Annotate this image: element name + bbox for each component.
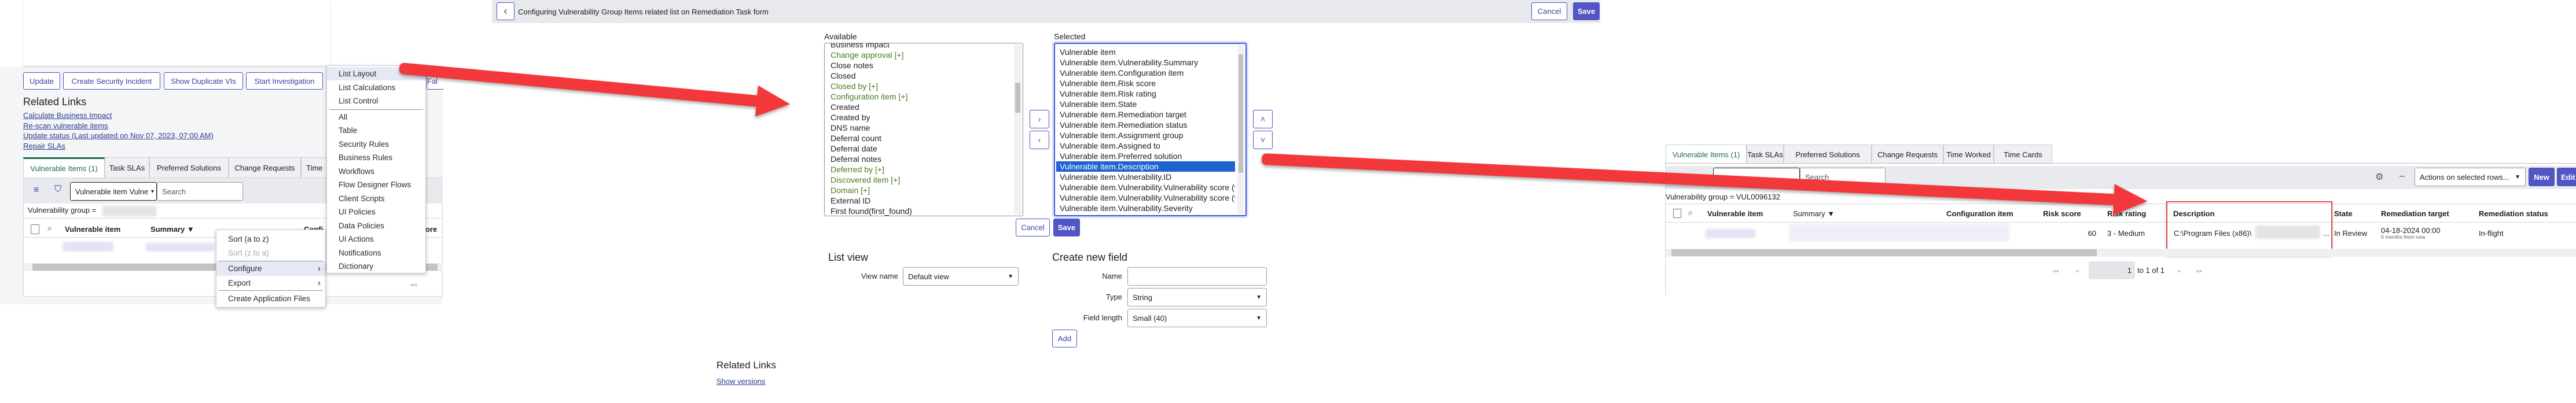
arrow-to-list-layout-dialog (399, 62, 791, 117)
annotation-arrows (399, 62, 2148, 216)
arrow-to-description-column (1261, 153, 2148, 216)
